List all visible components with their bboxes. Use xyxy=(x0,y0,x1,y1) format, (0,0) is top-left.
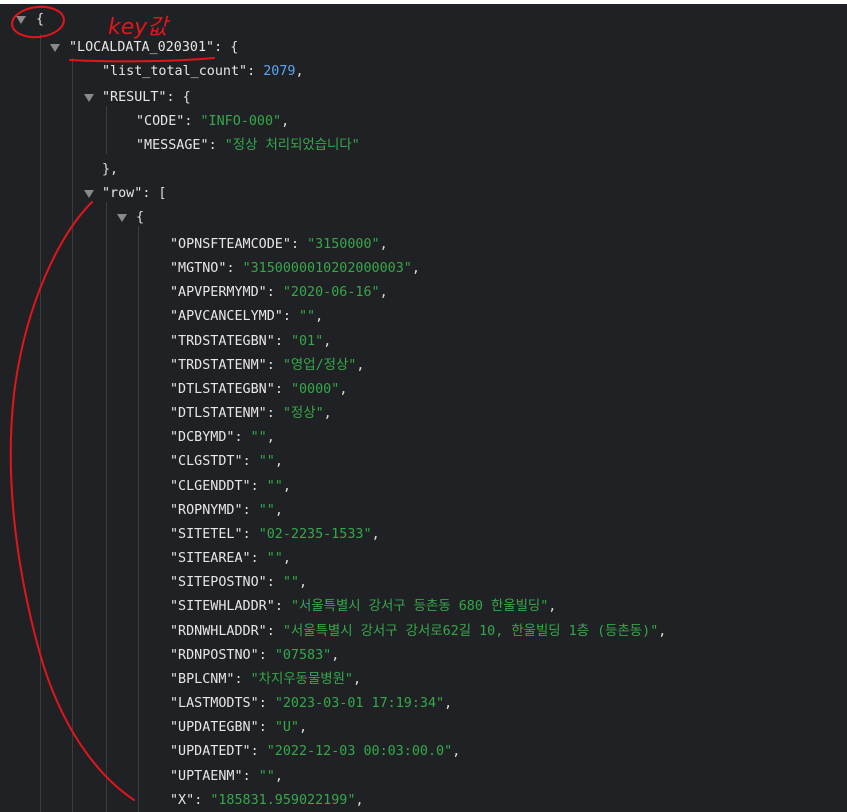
json-viewer: { "LOCALDATA_020301": { "list_total_coun… xyxy=(0,4,847,812)
field-line: "UPDATEGBN": "U", xyxy=(170,720,308,735)
field-line: "DCBYMD": "", xyxy=(170,430,275,445)
result-key-line: "RESULT": { xyxy=(102,90,191,105)
json-root-open: { xyxy=(36,12,45,27)
collapse-result-toggle[interactable] xyxy=(84,94,94,102)
field-line: "UPTAENM": "", xyxy=(170,769,283,784)
field-line: "CLGENDDT": "", xyxy=(170,479,291,494)
field-line: "DTLSTATEGBN": "0000", xyxy=(170,382,348,397)
localdata-key-line: "LOCALDATA_020301": { xyxy=(69,40,239,55)
field-line: "SITETEL": "02-2235-1533", xyxy=(170,527,380,542)
list-total-count-line: "list_total_count": 2079, xyxy=(102,64,304,79)
field-line: "DTLSTATENM": "정상", xyxy=(170,406,332,421)
indent-guide xyxy=(138,226,139,812)
field-line: "LASTMODTS": "2023-03-01 17:19:34", xyxy=(170,696,453,711)
row-key-line: "row": [ xyxy=(102,186,167,201)
field-line: "RDNWHLADDR": "서울특별시 강서구 강서로62길 10, 한울빌딩… xyxy=(170,624,667,639)
collapse-row-item-toggle[interactable] xyxy=(117,214,127,222)
field-line: "SITEWHLADDR": "서울특별시 강서구 등촌동 680 한울빌딩", xyxy=(170,599,557,614)
field-line: "ROPNYMD": "", xyxy=(170,503,283,518)
field-line: "OPNSFTEAMCODE": "3150000", xyxy=(170,237,388,252)
field-line: "MGTNO": "3150000010202000003", xyxy=(170,261,420,276)
field-line: "APVPERMYMD": "2020-06-16", xyxy=(170,285,388,300)
field-line: "APVCANCELYMD": "", xyxy=(170,309,324,324)
field-line: "BPLCNM": "차지우동물병원", xyxy=(170,672,362,687)
indent-guide xyxy=(40,34,41,812)
indent-guide xyxy=(72,58,73,812)
field-line: "TRDSTATENM": "영업/정상", xyxy=(170,358,365,373)
field-line: "SITEPOSTNO": "", xyxy=(170,575,308,590)
field-line: "UPDATEDT": "2022-12-03 00:03:00.0", xyxy=(170,744,461,759)
result-code-line: "CODE": "INFO-000", xyxy=(136,114,290,129)
indent-guide xyxy=(106,106,107,154)
collapse-root-toggle[interactable] xyxy=(16,16,26,24)
collapse-localdata-toggle[interactable] xyxy=(50,44,60,52)
result-close-line: }, xyxy=(102,162,119,177)
indent-guide xyxy=(106,202,107,812)
red-annotation-overlay: key값 xyxy=(9,5,215,801)
field-line: "SITEAREA": "", xyxy=(170,551,291,566)
field-line: "X": "185831.959022199", xyxy=(170,793,364,808)
result-message-line: "MESSAGE": "정상 처리되었습니다" xyxy=(136,138,360,153)
localdata-key: "LOCALDATA_020301" xyxy=(69,40,215,55)
field-line: "TRDSTATEGBN": "01", xyxy=(170,334,332,349)
field-line: "RDNPOSTNO": "07583", xyxy=(170,648,340,663)
list-total-count-value: 2079 xyxy=(263,64,296,79)
collapse-row-toggle[interactable] xyxy=(84,190,94,198)
field-line: "CLGSTDT": "", xyxy=(170,454,283,469)
row-item-open: { xyxy=(136,210,145,225)
